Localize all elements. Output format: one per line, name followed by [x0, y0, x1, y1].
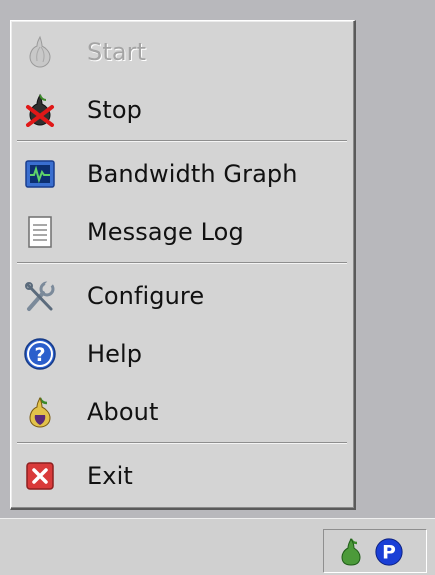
parking-icon[interactable]: P: [374, 536, 404, 568]
menu-item-label: Bandwidth Graph: [87, 160, 298, 188]
menu-separator: [17, 140, 347, 142]
menu-item-help[interactable]: ? Help: [15, 326, 351, 382]
menu-item-label: Message Log: [87, 218, 244, 246]
graph-icon: [23, 157, 57, 191]
menu-separator: [17, 262, 347, 264]
parking-letter: P: [382, 543, 396, 564]
menu-separator: [17, 442, 347, 444]
menu-item-about[interactable]: About: [15, 384, 351, 440]
close-icon: [23, 459, 57, 493]
menu-item-bandwidth-graph[interactable]: Bandwidth Graph: [15, 146, 351, 202]
menu-item-label: Exit: [87, 462, 133, 490]
onion-icon: [23, 395, 57, 429]
menu-item-label: Help: [87, 340, 143, 368]
document-icon: [23, 215, 57, 249]
menu-item-stop[interactable]: Stop: [15, 82, 351, 138]
onion-icon: [23, 35, 57, 69]
onion-stop-icon: [23, 93, 57, 127]
svg-text:?: ?: [34, 344, 45, 366]
menu-item-configure[interactable]: Configure: [15, 268, 351, 324]
menu-item-label: Configure: [87, 282, 205, 310]
tray-context-menu: Start Stop Bandwidth Graph Message Log C…: [10, 20, 356, 510]
tools-icon: [23, 279, 57, 313]
menu-item-exit[interactable]: Exit: [15, 448, 351, 504]
menu-item-label: About: [87, 398, 159, 426]
menu-item-label: Stop: [87, 96, 142, 124]
menu-item-start: Start: [15, 24, 351, 80]
onion-icon[interactable]: [336, 536, 366, 568]
menu-item-label: Start: [87, 38, 147, 66]
system-tray: P: [323, 529, 427, 573]
help-icon: ?: [23, 337, 57, 371]
taskbar: P: [0, 518, 435, 575]
menu-item-message-log[interactable]: Message Log: [15, 204, 351, 260]
